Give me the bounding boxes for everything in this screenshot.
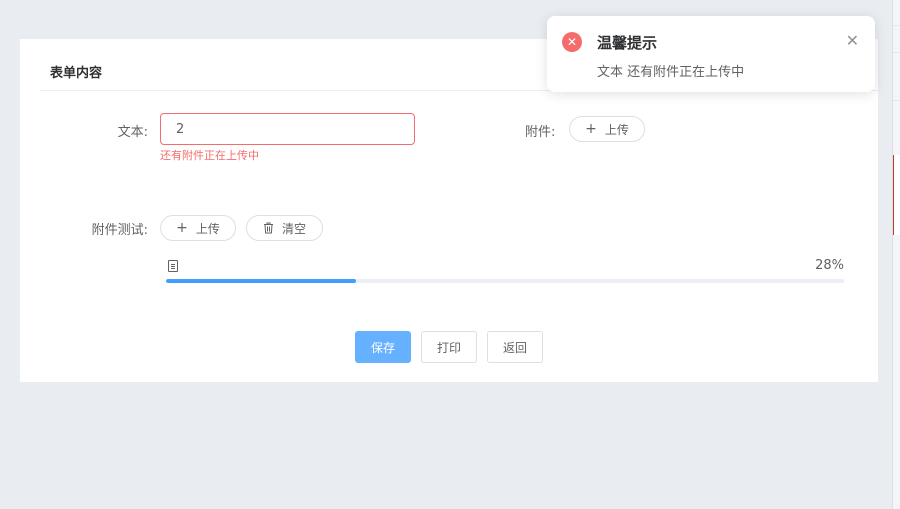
text-label: 文本:: [117, 125, 148, 140]
text-error-message: 还有附件正在上传中: [160, 149, 259, 162]
print-button[interactable]: 打印: [421, 331, 477, 363]
trash-icon: [263, 222, 273, 234]
divider: [893, 52, 900, 53]
upload-progress-bar: [166, 279, 844, 283]
divider: [893, 25, 900, 26]
test-upload-button[interactable]: + 上传: [160, 215, 236, 241]
upload-button[interactable]: + 上传: [569, 116, 645, 142]
upload-progress-fill: [166, 279, 356, 283]
notification-title: 温馨提示: [597, 34, 658, 52]
save-button[interactable]: 保存: [355, 331, 411, 363]
side-panel-box: [893, 155, 900, 235]
side-panel-edge: [892, 0, 900, 509]
notification-message: 文本 还有附件正在上传中: [597, 65, 745, 80]
text-input[interactable]: [160, 113, 415, 145]
clear-button-label: 清空: [281, 221, 306, 236]
back-button[interactable]: 返回: [487, 331, 543, 363]
attachment-test-label: 附件测试:: [91, 223, 148, 238]
attachment-label: 附件:: [525, 125, 556, 140]
close-icon[interactable]: ✕: [846, 33, 859, 49]
error-circle-icon: ✕: [562, 32, 582, 52]
file-icon: [168, 260, 178, 272]
plus-icon: +: [176, 220, 188, 236]
upload-progress-percent: 28%: [815, 258, 844, 273]
divider: [893, 100, 900, 101]
card-title: 表单内容: [50, 66, 103, 81]
upload-button-label: 上传: [195, 221, 220, 236]
plus-icon: +: [585, 121, 597, 137]
clear-button[interactable]: 清空: [246, 215, 323, 241]
notification: ✕ 温馨提示 文本 还有附件正在上传中 ✕: [547, 16, 875, 92]
upload-button-label: 上传: [604, 122, 629, 137]
